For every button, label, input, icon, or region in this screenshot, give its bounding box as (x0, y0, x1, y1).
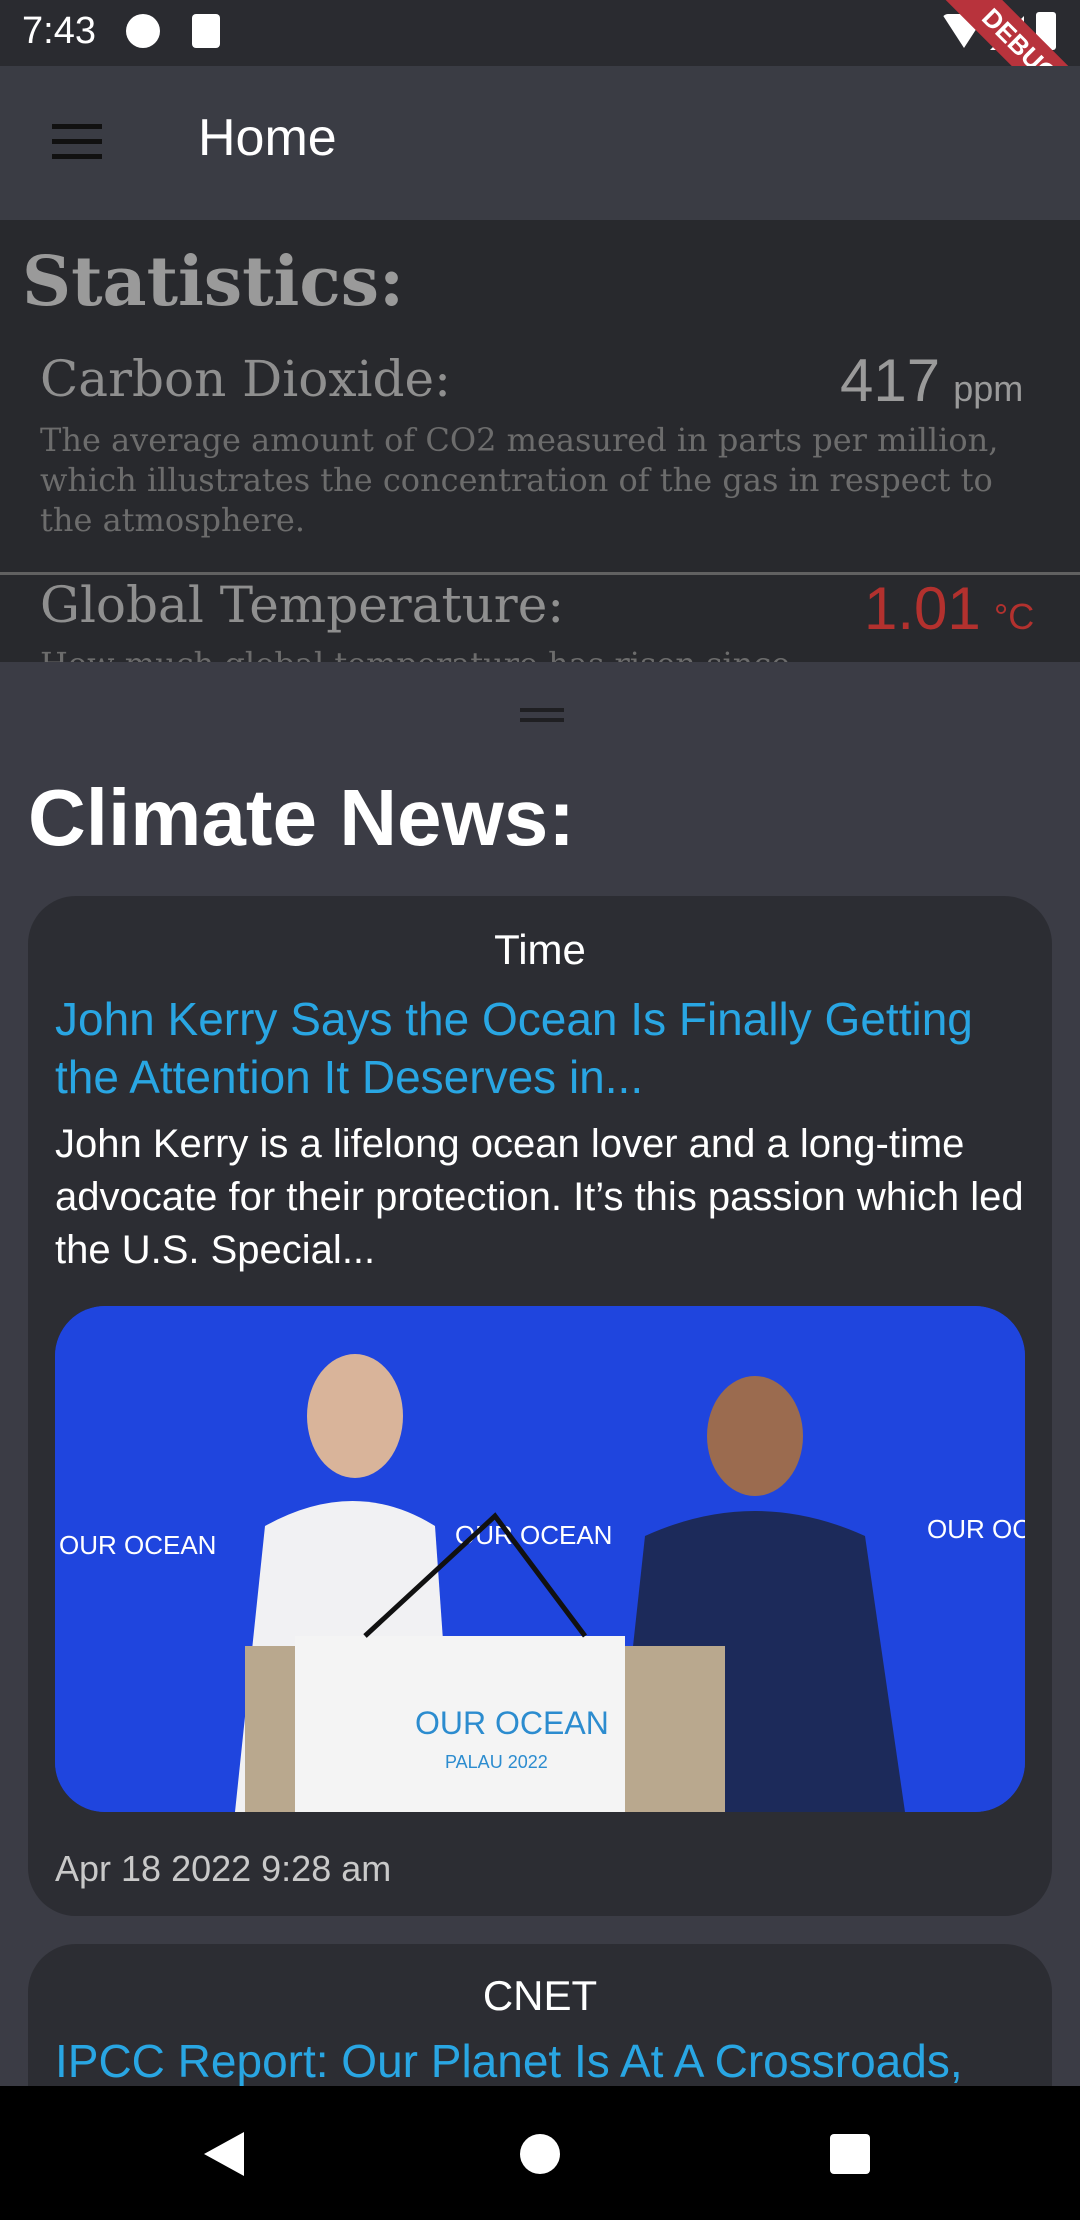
news-photo-illustration: OUR OCEAN OUR OCEAN OUR OCEAN OUR OCEAN … (55, 1306, 1025, 1812)
temperature-label: Global Temperature: (40, 576, 565, 634)
news-headline[interactable]: IPCC Report: Our Planet Is At A Crossroa… (55, 2032, 1035, 2086)
drag-handle-icon[interactable] (520, 708, 564, 722)
news-source: Time (494, 926, 586, 973)
backdrop-logo-text: OUR OCEAN (927, 1514, 1025, 1544)
podium-logo-subtext: PALAU 2022 (445, 1752, 548, 1772)
co2-value: 417 (840, 347, 941, 414)
backdrop-logo-text: OUR OCEAN (455, 1520, 612, 1550)
news-source: CNET (482, 1972, 598, 2019)
temperature-description: How much global temperature has risen si… (40, 644, 1000, 662)
news-card[interactable]: Time John Kerry Says the Ocean Is Finall… (28, 896, 1052, 1916)
menu-icon[interactable] (52, 124, 102, 160)
statistics-title: Statistics: (22, 242, 405, 322)
co2-label: Carbon Dioxide: (40, 350, 451, 408)
app-bar: Home (0, 66, 1080, 220)
system-nav-bar (0, 2086, 1080, 2220)
news-description: John Kerry is a lifelong ocean lover and… (55, 1122, 1024, 1272)
recents-icon[interactable] (830, 2134, 870, 2174)
podium-logo-text: OUR OCEAN (415, 1705, 609, 1741)
news-card[interactable]: CNET IPCC Report: Our Planet Is At A Cro… (28, 1944, 1052, 2086)
news-headline[interactable]: John Kerry Says the Ocean Is Finally Get… (55, 990, 1035, 1106)
news-sheet[interactable]: Climate News: Time John Kerry Says the O… (0, 662, 1080, 2086)
page-title: Home (198, 109, 337, 167)
backdrop-logo-text: OUR OCEAN (59, 1530, 216, 1560)
co2-value-group: 417 ppm (840, 346, 1023, 415)
temperature-value-group: 1.01 °C (864, 574, 1034, 643)
co2-unit: ppm (953, 368, 1024, 409)
sd-card-icon (192, 14, 220, 48)
status-bar: 7:43 DEBUG (0, 0, 1080, 153)
temperature-value: 1.01 (864, 575, 981, 642)
back-icon[interactable] (204, 2132, 244, 2176)
statistics-panel[interactable]: Statistics: Carbon Dioxide: 417 ppm The … (0, 220, 1080, 662)
news-date: Apr 18 2022 9:28 am (55, 1848, 392, 1889)
news-title: Climate News: (28, 773, 575, 862)
co2-description: The average amount of CO2 measured in pa… (40, 421, 999, 539)
home-icon[interactable] (520, 2134, 560, 2174)
temperature-unit: °C (993, 596, 1035, 637)
status-time: 7:43 (22, 10, 96, 52)
notification-icon (126, 14, 160, 48)
news-image[interactable]: OUR OCEAN OUR OCEAN OUR OCEAN OUR OCEAN … (55, 1306, 1025, 1812)
